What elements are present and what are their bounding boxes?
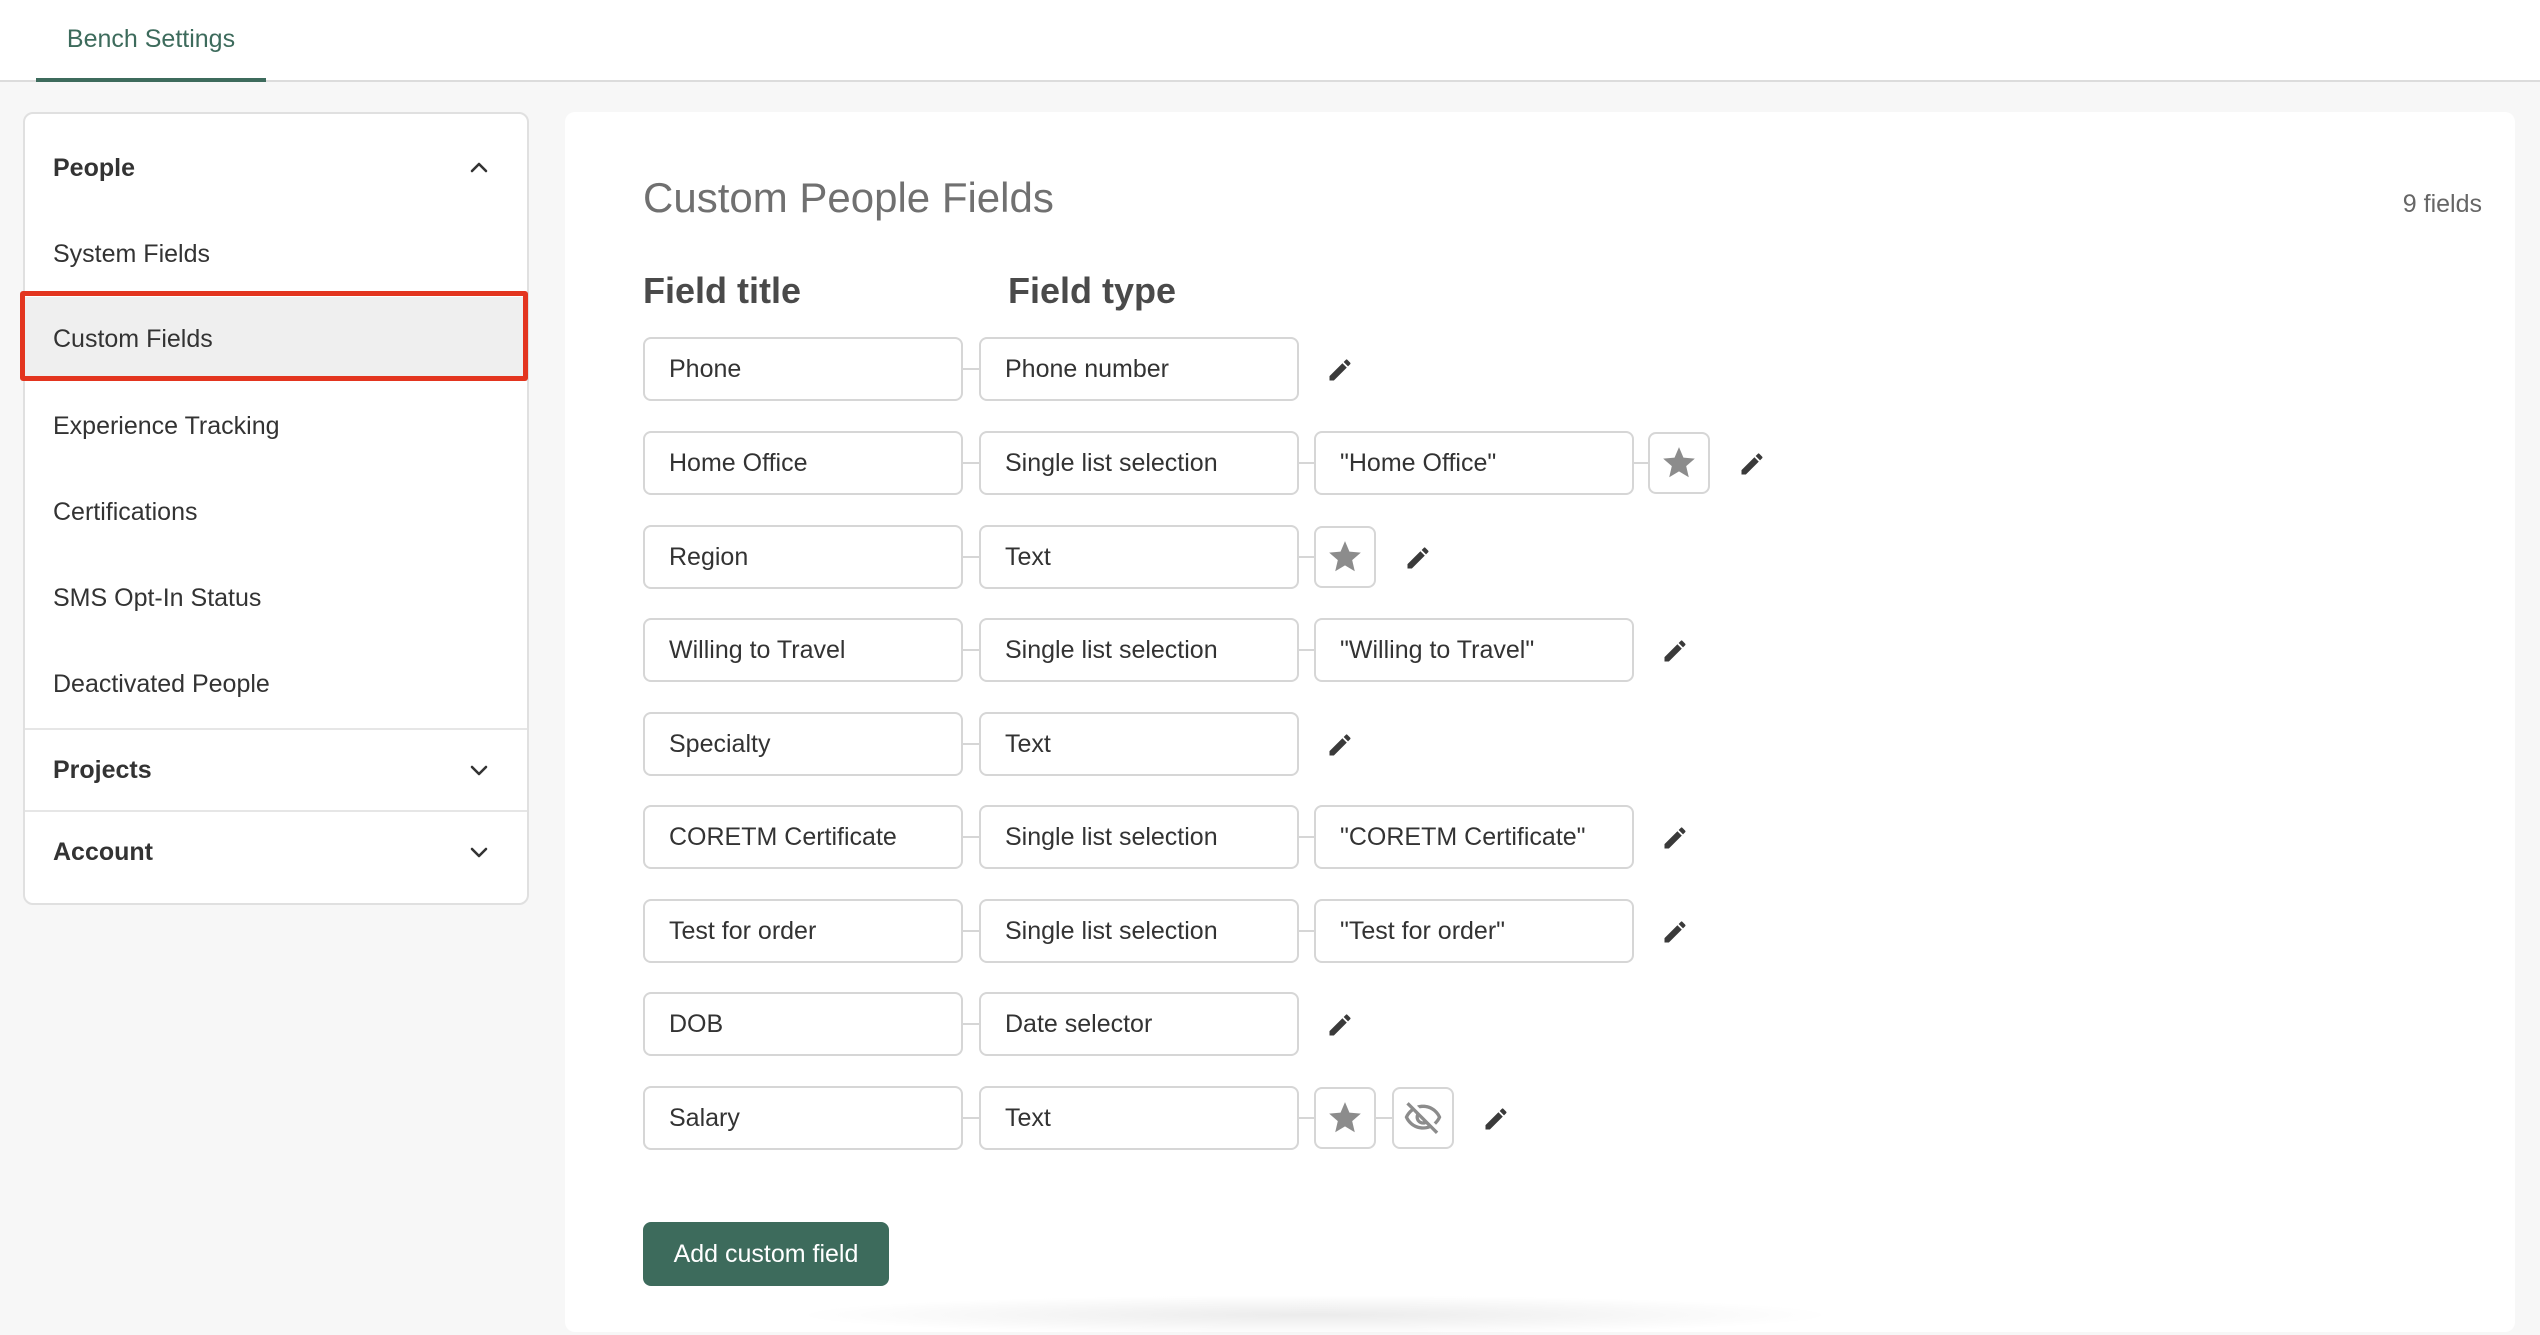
chevron-up-icon	[470, 162, 488, 173]
edit-button[interactable]	[1659, 916, 1691, 948]
pencil-icon	[1407, 547, 1429, 569]
sidebar-section-label: People	[53, 153, 135, 182]
chevron-down-icon	[470, 847, 488, 858]
tab-bench-settings[interactable]: Bench Settings	[36, 0, 266, 82]
field-title-input[interactable]: Salary	[643, 1086, 963, 1150]
edit-button[interactable]	[1324, 1009, 1356, 1041]
field-title-input[interactable]: Test for order	[643, 899, 963, 963]
connector-line	[1376, 1117, 1392, 1119]
sidebar-item-label: SMS Opt-In Status	[53, 583, 262, 612]
favorite-toggle[interactable]	[1314, 526, 1376, 588]
visibility-toggle[interactable]	[1392, 1087, 1454, 1149]
sidebar-item-certifications[interactable]: Certifications	[25, 470, 527, 554]
sidebar-item-label: Certifications	[53, 497, 198, 526]
sidebar-item-experience-tracking[interactable]: Experience Tracking	[25, 384, 527, 468]
settings-sidebar: People System Fields Custom Fields Exper…	[23, 112, 529, 905]
edit-button[interactable]	[1324, 354, 1356, 386]
pencil-icon	[1664, 827, 1686, 849]
connector-line	[1299, 1117, 1314, 1119]
column-header-field-title: Field title	[643, 270, 802, 311]
connector-line	[963, 930, 979, 932]
connector-line	[963, 462, 979, 464]
connector-line	[1299, 836, 1315, 838]
sidebar-item-label: System Fields	[53, 239, 210, 268]
sidebar-section-account[interactable]: Account	[25, 812, 527, 892]
field-type-select[interactable]: Date selector	[979, 992, 1299, 1056]
sidebar-section-projects[interactable]: Projects	[25, 730, 527, 810]
add-custom-field-button[interactable]: Add custom field	[643, 1222, 889, 1286]
column-header-field-type: Field type	[1008, 270, 1177, 311]
top-bar: Bench Settings	[0, 0, 2540, 82]
field-type-select[interactable]: Text	[979, 1086, 1299, 1150]
connector-line	[963, 836, 979, 838]
sidebar-item-label: Deactivated People	[53, 669, 270, 698]
pencil-icon	[1664, 921, 1686, 943]
field-type-select[interactable]: Single list selection	[979, 805, 1299, 869]
pencil-icon	[1664, 640, 1686, 662]
sidebar-section-label: Account	[53, 837, 153, 866]
field-count: 9 fields	[2402, 190, 2482, 218]
star-icon	[1329, 1102, 1361, 1133]
field-title-input[interactable]: Home Office	[643, 431, 963, 495]
field-type-select[interactable]: Text	[979, 525, 1299, 589]
sidebar-item-label: Custom Fields	[53, 324, 213, 353]
connector-line	[1634, 462, 1648, 464]
field-type-select[interactable]: Single list selection	[979, 431, 1299, 495]
field-title-input[interactable]: Phone	[643, 337, 963, 401]
edit-button[interactable]	[1736, 448, 1768, 480]
field-type-select[interactable]: Single list selection	[979, 618, 1299, 682]
eye-off-icon	[1404, 1102, 1442, 1134]
pencil-icon	[1329, 359, 1351, 381]
list-options-button[interactable]: "Home Office"	[1314, 431, 1634, 495]
connector-line	[963, 368, 979, 370]
field-title-input[interactable]: CORETM Certificate	[643, 805, 963, 869]
sidebar-section-label: Projects	[53, 755, 152, 784]
chevron-down-icon	[470, 765, 488, 776]
edit-button[interactable]	[1480, 1103, 1512, 1135]
connector-line	[963, 1023, 979, 1025]
field-type-select[interactable]: Phone number	[979, 337, 1299, 401]
field-title-input[interactable]: Specialty	[643, 712, 963, 776]
main-panel: Custom People Fields 9 fields Field titl…	[565, 112, 2515, 1332]
field-title-input[interactable]: Willing to Travel	[643, 618, 963, 682]
field-type-select[interactable]: Single list selection	[979, 899, 1299, 963]
list-options-button[interactable]: "Test for order"	[1314, 899, 1634, 963]
field-title-input[interactable]: DOB	[643, 992, 963, 1056]
page-title: Custom People Fields	[643, 174, 1054, 221]
sidebar-item-sms-opt-in-status[interactable]: SMS Opt-In Status	[25, 556, 527, 640]
favorite-toggle[interactable]	[1648, 432, 1710, 494]
sidebar-item-custom-fields[interactable]: Custom Fields	[25, 297, 527, 381]
connector-line	[1299, 462, 1315, 464]
pencil-icon	[1329, 1014, 1351, 1036]
edit-button[interactable]	[1324, 729, 1356, 761]
favorite-toggle[interactable]	[1314, 1087, 1376, 1149]
connector-line	[1299, 556, 1314, 558]
connector-line	[963, 649, 979, 651]
edit-button[interactable]	[1659, 635, 1691, 667]
star-icon	[1329, 541, 1361, 572]
sidebar-item-label: Experience Tracking	[53, 411, 280, 440]
field-title-input[interactable]: Region	[643, 525, 963, 589]
pencil-icon	[1329, 734, 1351, 756]
pencil-icon	[1741, 453, 1763, 475]
pencil-icon	[1485, 1108, 1507, 1130]
field-type-select[interactable]: Text	[979, 712, 1299, 776]
list-options-button[interactable]: "CORETM Certificate"	[1314, 805, 1634, 869]
edit-button[interactable]	[1402, 542, 1434, 574]
edit-button[interactable]	[1659, 822, 1691, 854]
sidebar-section-people[interactable]: People	[25, 128, 527, 208]
star-icon	[1663, 447, 1695, 478]
connector-line	[963, 556, 979, 558]
connector-line	[963, 743, 979, 745]
sidebar-item-deactivated-people[interactable]: Deactivated People	[25, 642, 527, 726]
connector-line	[963, 1117, 979, 1119]
sidebar-item-system-fields[interactable]: System Fields	[25, 212, 527, 296]
connector-line	[1299, 649, 1315, 651]
connector-line	[1299, 930, 1315, 932]
list-options-button[interactable]: "Willing to Travel"	[1314, 618, 1634, 682]
